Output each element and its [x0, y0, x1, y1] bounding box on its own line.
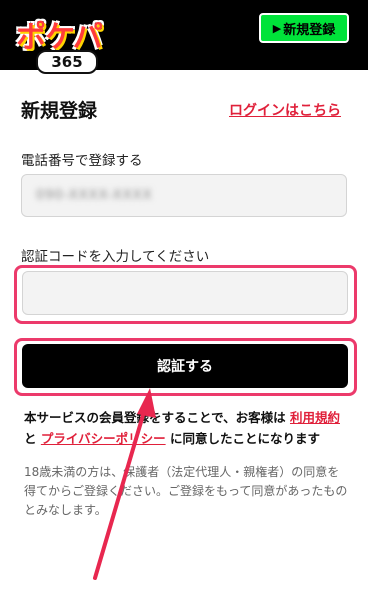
terms-text-2: と: [24, 431, 41, 446]
terms-text-1: 本サービスの会員登録をすることで、お客様は: [24, 410, 290, 425]
register-button[interactable]: ▶ 新規登録: [259, 13, 349, 43]
terms-agreement-text: 本サービスの会員登録をすることで、お客様は 利用規約と プライバシーポリシー に…: [24, 407, 350, 449]
phone-number-value: 090-XXXX-XXXX: [36, 188, 153, 203]
minor-consent-notice: 18歳未満の方は、保護者（法定代理人・親権者）の同意を得てからご登録ください。ご…: [24, 465, 348, 517]
register-button-label: 新規登録: [283, 22, 336, 38]
app-header: ポケパ 365 ▶ 新規登録: [0, 0, 368, 74]
verify-button[interactable]: 認証する: [22, 344, 348, 388]
play-arrow-icon: ▶: [272, 21, 282, 35]
verification-code-input[interactable]: [22, 271, 348, 315]
phone-number-field: 090-XXXX-XXXX: [21, 174, 347, 217]
terms-of-service-link[interactable]: 利用規約: [290, 410, 340, 425]
logo-number: 365: [36, 50, 98, 74]
pokepa-logo[interactable]: ポケパ 365: [10, 10, 118, 74]
login-link[interactable]: ログインはこちら: [229, 100, 341, 120]
page-title: 新規登録: [21, 100, 98, 122]
phone-label: 電話番号で登録する: [21, 153, 143, 169]
privacy-policy-link[interactable]: プライバシーポリシー: [41, 431, 166, 446]
terms-text-3: に同意したことになります: [165, 431, 320, 446]
verification-code-label: 認証コードを入力してください: [21, 249, 210, 265]
